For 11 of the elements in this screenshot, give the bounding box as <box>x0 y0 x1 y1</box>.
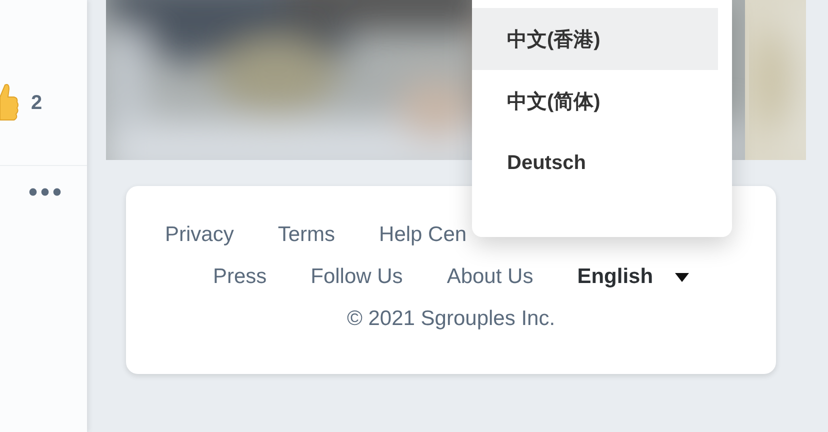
footer-link[interactable]: Press <box>212 265 267 289</box>
footer-link[interactable]: Follow Us <box>310 265 403 289</box>
caret-icon <box>675 272 690 282</box>
footer-link[interactable]: Privacy <box>165 223 234 247</box>
copyright-text: © 2021 Sgrouples Inc. <box>346 307 556 331</box>
language-selector[interactable]: English <box>577 265 690 289</box>
footer-link[interactable]: Terms <box>278 223 336 247</box>
like-count: 2 <box>31 92 42 115</box>
footer-link[interactable]: Help Cen <box>379 223 467 247</box>
more-options-icon[interactable] <box>29 188 61 196</box>
footer-link[interactable]: About Us <box>446 265 534 289</box>
